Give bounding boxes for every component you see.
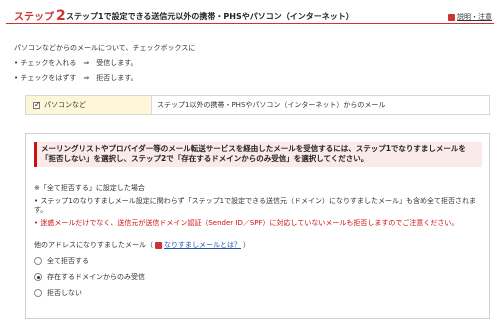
book-icon [448,13,455,21]
intro-line: パソコンなどからのメールについて、チェックボックスに [14,44,196,52]
spoof-mail-help-link[interactable]: なりすましメールとは？ [164,240,241,250]
info-icon [155,241,162,249]
help-link-label: 説明・注意 [457,13,492,21]
pc-mail-setting-table: パソコンなど ステップ1以外の携帯・PHSやパソコン（インターネット）からのメー… [25,95,490,115]
intro-bullet-receive: チェックを入れる ⇒ 受信します。 [14,56,195,71]
radio-existing-domain-only[interactable]: 存在するドメインからのみ受信 [34,272,145,282]
note-reject-all: • ステップ1のなりすましメール設定に関わらず「ステップ1で設定できる送信元（ド… [34,197,476,214]
step-header: ステップ 2 ステップ1で設定できる送信元以外の携帯・PHSやパソコン（インターネ… [6,6,494,24]
note-heading: ※「全て拒否する」に設定した場合 [34,184,145,192]
pc-checkbox[interactable] [33,100,41,109]
intro-bullet-reject: チェックをはずす ⇒ 拒否します。 [14,71,195,86]
step-number: 2 [56,8,66,24]
radio-reject-all[interactable]: 全て拒否する [34,256,89,266]
notice-box: メーリングリストやプロバイダー等のメール転送サービスを経由したメールを受信するに… [34,142,482,167]
note-warning: • 迷惑メールだけでなく、送信元が送信ドメイン認証（Sender ID／SPF）… [34,219,459,227]
radio-label: 存在するドメインからのみ受信 [47,273,145,281]
help-link[interactable]: 説明・注意 [448,12,492,22]
spoof-mail-label-text: 他のアドレスになりすましたメール（ [34,241,153,249]
intro-text: パソコンなどからのメールについて、チェックボックスに チェックを入れる ⇒ 受信… [14,41,195,86]
spoof-mail-label: 他のアドレスになりすましたメール（ なりすましメールとは？ ） [34,240,250,250]
pc-checkbox-cell[interactable]: パソコンなど [26,96,152,114]
pc-checkbox-label: パソコンなど [44,101,86,109]
notice-accent-bar [34,142,37,167]
step-prefix: ステップ [14,12,54,23]
radio-label: 全て拒否する [47,257,89,265]
radio-button[interactable] [34,289,42,297]
step-title: ステップ1で設定できる送信元以外の携帯・PHSやパソコン（インターネット） [66,12,354,21]
radio-button[interactable] [34,273,42,281]
radio-label: 拒否しない [47,289,82,297]
spoof-settings-panel: メーリングリストやプロバイダー等のメール転送サービスを経由したメールを受信するに… [25,133,490,319]
pc-description: ステップ1以外の携帯・PHSやパソコン（インターネット）からのメール [157,101,386,109]
spoof-mail-label-end: ） [243,241,250,249]
radio-button[interactable] [34,257,42,265]
step-label: ステップ 2 [14,8,66,24]
pc-description-cell: ステップ1以外の携帯・PHSやパソコン（インターネット）からのメール [152,96,489,114]
radio-no-reject[interactable]: 拒否しない [34,288,82,298]
notice-text: メーリングリストやプロバイダー等のメール転送サービスを経由したメールを受信するに… [41,144,466,163]
